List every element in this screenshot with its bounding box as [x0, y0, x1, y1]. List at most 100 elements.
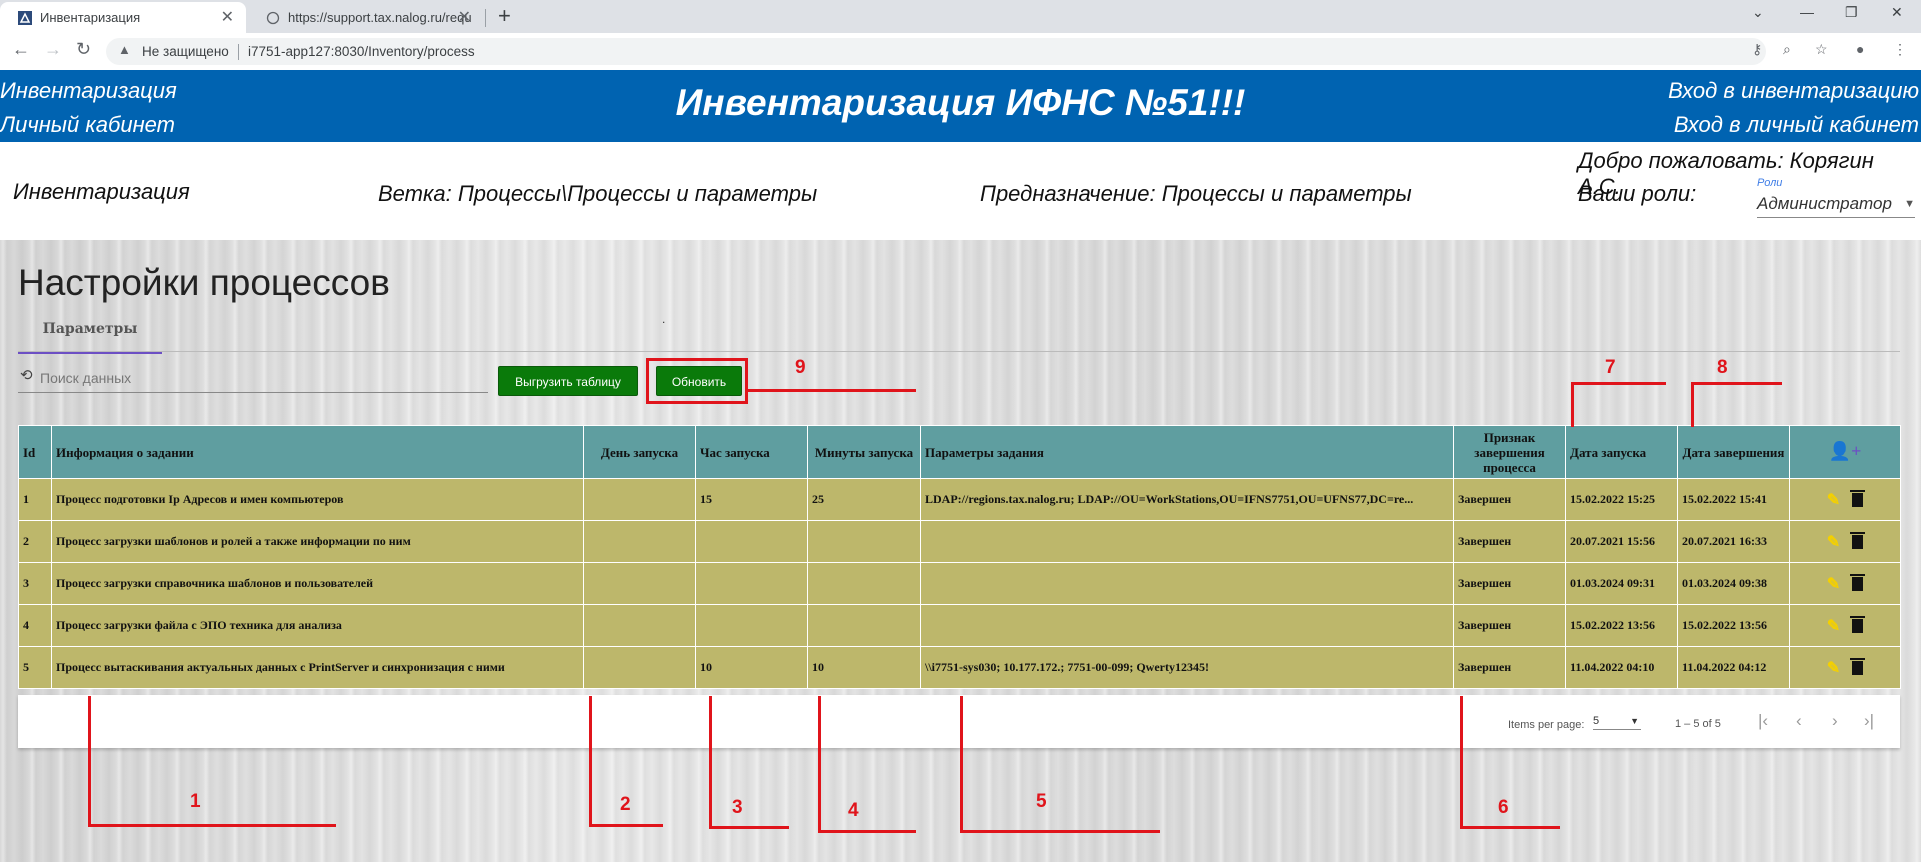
close-tab-icon[interactable]: ✕ — [458, 2, 471, 33]
login-inventory-link[interactable]: Вход в инвентаризацию — [1668, 78, 1919, 104]
col-header[interactable]: Id — [18, 425, 52, 479]
edit-icon[interactable]: ✎ — [1827, 574, 1840, 594]
omnibox[interactable]: ▲ Не защищено i7751-app127:8030/Inventor… — [106, 38, 1766, 65]
search-input[interactable]: ⟲ Поиск данных — [18, 364, 488, 393]
col-header[interactable]: Информация о задании — [51, 425, 584, 479]
cell-id: 3 — [18, 562, 52, 605]
prev-page-icon[interactable]: ‹ — [1796, 711, 1802, 731]
annotation-label-2: 2 — [620, 794, 631, 815]
col-header[interactable]: Параметры задания — [920, 425, 1454, 479]
cell-status: Завершен — [1453, 562, 1566, 605]
app-header: Инвентаризация Личный кабинет Инвентариз… — [0, 70, 1921, 142]
cell-id: 2 — [18, 520, 52, 563]
table-header-row: Id Информация о задании День запуска Час… — [18, 425, 1901, 479]
annotation-label-5: 5 — [1036, 791, 1047, 812]
col-header[interactable]: Минуты запуска — [807, 425, 921, 479]
cell-info: Процесс загрузки шаблонов и ролей а такж… — [51, 520, 584, 563]
col-header[interactable]: День запуска — [583, 425, 696, 479]
cell-actions: ✎ — [1789, 604, 1901, 647]
col-header[interactable]: Час запуска — [695, 425, 808, 479]
roles-select[interactable]: Администратор ▼ — [1757, 194, 1915, 218]
tab-parameters[interactable]: Параметры — [18, 315, 162, 354]
delete-icon[interactable] — [1850, 657, 1866, 675]
annotation-line — [1460, 826, 1560, 829]
col-header[interactable]: Дата запуска — [1565, 425, 1678, 479]
cell-params: \\i7751-sys030; 10.177.172.; 7751-00-099… — [920, 646, 1454, 689]
table-row: 5 Процесс вытаскивания актуальных данных… — [18, 646, 1901, 689]
tab-search-icon[interactable]: ⌄ — [1752, 4, 1764, 21]
cell-start: 15.02.2022 13:56 — [1565, 604, 1678, 647]
cell-actions: ✎ — [1789, 646, 1901, 689]
purpose-label: Предназначение: Процессы и параметры — [980, 181, 1412, 206]
cell-hour — [695, 520, 808, 563]
url-text[interactable]: i7751-app127:8030/Inventory/process — [248, 44, 475, 59]
annotation-line — [1571, 382, 1574, 427]
forward-icon[interactable]: → — [44, 39, 62, 60]
cell-hour: 15 — [695, 478, 808, 521]
browser-tab-active[interactable]: Инвентаризация ✕ — [0, 2, 246, 33]
table-row: 2 Процесс загрузки шаблонов и ролей а та… — [18, 520, 1901, 563]
annotation-label-7: 7 — [1605, 357, 1616, 378]
back-icon[interactable]: ← — [12, 39, 30, 60]
roles-label: Ваши роли: — [1578, 181, 1697, 206]
login-cabinet-link[interactable]: Вход в личный кабинет — [1674, 112, 1919, 138]
annotation-line — [748, 389, 916, 392]
cell-hour: 10 — [695, 646, 808, 689]
new-tab-icon[interactable]: + — [498, 2, 511, 30]
minimize-icon[interactable]: — — [1800, 4, 1814, 20]
cell-id: 4 — [18, 604, 52, 647]
delete-icon[interactable] — [1850, 573, 1866, 591]
close-tab-icon[interactable]: ✕ — [221, 2, 234, 33]
search-icon: ⟲ — [20, 367, 33, 384]
delete-icon[interactable] — [1850, 615, 1866, 633]
key-icon[interactable]: ⚷ — [1752, 41, 1762, 58]
annotation-label-6: 6 — [1498, 797, 1509, 818]
delete-icon[interactable] — [1850, 531, 1866, 549]
add-user-icon[interactable]: 👤+ — [1829, 441, 1862, 461]
cell-minutes — [807, 520, 921, 563]
next-page-icon[interactable]: › — [1832, 711, 1838, 731]
table-row: 1 Процесс подготовки Ip Адресов и имен к… — [18, 478, 1901, 521]
cell-info: Процесс загрузки файла с ЭПО техника для… — [51, 604, 584, 647]
col-header[interactable]: Дата завершения — [1677, 425, 1790, 479]
edit-icon[interactable]: ✎ — [1827, 490, 1840, 510]
cell-day — [583, 520, 696, 563]
branch-label: Ветка: Процессы\Процессы и параметры — [378, 181, 818, 206]
browser-tab-inactive[interactable]: https://support.tax.nalog.ru/requ ✕ — [248, 2, 483, 33]
add-user-cell: 👤+ — [1789, 425, 1901, 479]
cell-actions: ✎ — [1789, 520, 1901, 563]
edit-icon[interactable]: ✎ — [1827, 616, 1840, 636]
items-per-page-select[interactable]: 5 ▼ — [1593, 715, 1641, 730]
dropdown-caret-icon: ▼ — [1904, 198, 1915, 210]
omnibox-divider — [238, 44, 239, 60]
edit-icon[interactable]: ✎ — [1827, 658, 1840, 678]
security-label[interactable]: Не защищено — [142, 44, 229, 59]
warning-icon[interactable]: ▲ — [118, 42, 131, 57]
dropdown-caret-icon: ▼ — [1630, 716, 1639, 726]
tab-underline-divider — [18, 351, 1900, 352]
browser-tab-bar: Инвентаризация ✕ https://support.tax.nal… — [0, 0, 1921, 33]
annotation-line — [960, 696, 963, 833]
annotation-line — [709, 696, 712, 829]
cell-hour — [695, 604, 808, 647]
first-page-icon[interactable]: |‹ — [1758, 711, 1768, 731]
export-table-button[interactable]: Выгрузить таблицу — [498, 366, 638, 396]
restore-icon[interactable]: ❐ — [1845, 4, 1858, 21]
annotation-line — [818, 696, 821, 833]
last-page-icon[interactable]: ›| — [1864, 711, 1874, 731]
reload-icon[interactable]: ↻ — [76, 39, 91, 60]
delete-icon[interactable] — [1850, 489, 1866, 507]
cell-status: Завершен — [1453, 520, 1566, 563]
profile-icon[interactable]: ● — [1856, 41, 1864, 57]
zoom-icon[interactable]: ⌕ — [1783, 41, 1791, 58]
close-window-icon[interactable]: ✕ — [1891, 4, 1903, 21]
cell-start: 11.04.2022 04:10 — [1565, 646, 1678, 689]
edit-icon[interactable]: ✎ — [1827, 532, 1840, 552]
cell-status: Завершен — [1453, 478, 1566, 521]
cell-day — [583, 562, 696, 605]
menu-icon[interactable]: ⋮ — [1893, 41, 1907, 58]
items-per-page-value: 5 — [1593, 715, 1600, 727]
col-header[interactable]: Признак завершения процесса — [1453, 425, 1566, 479]
bookmark-star-icon[interactable]: ☆ — [1815, 41, 1828, 58]
tab-title: Инвентаризация — [40, 10, 141, 25]
